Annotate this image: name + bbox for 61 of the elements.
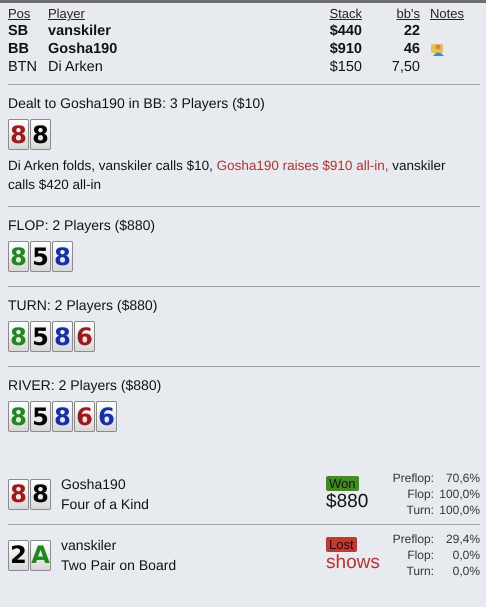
result-amount: $880 <box>326 490 368 512</box>
playing-card: 5 <box>30 241 51 272</box>
player-name: vanskiler <box>61 536 118 555</box>
playing-card: 6 <box>74 321 95 352</box>
position-label: BB <box>8 41 29 57</box>
playing-card: 8 <box>30 478 51 510</box>
action-text: Di Arken folds, vanskiler calls $10, Gosha190 raises $910 all-in, vanskiler calls $420 all-in <box>8 157 446 194</box>
player-name: vanskiler <box>48 23 111 39</box>
street-title: TURN: 2 Players ($880) <box>8 297 158 313</box>
result-badge: Lost <box>326 536 357 552</box>
equity-label: Turn: <box>405 563 434 579</box>
playing-card: 8 <box>52 321 73 352</box>
column-header[interactable]: Stack <box>329 6 362 21</box>
column-header[interactable]: Notes <box>430 6 464 21</box>
equity-label: Turn: <box>405 502 434 518</box>
playing-card: 5 <box>30 321 51 352</box>
stack-amount: $440 <box>330 23 362 39</box>
equity-label: Preflop: <box>392 531 434 547</box>
equity-value: 100,0% <box>438 502 480 518</box>
playing-card: 8 <box>8 478 29 510</box>
playing-card: 5 <box>30 401 51 432</box>
equity-value: 100,0% <box>438 486 480 502</box>
equity-label: Preflop: <box>392 470 434 486</box>
playing-card: 6 <box>96 401 117 432</box>
result-badge: Won <box>326 476 358 490</box>
result-amount: shows <box>326 552 380 574</box>
hand-rank: Four of a Kind <box>61 495 150 514</box>
position-label: BTN <box>8 59 37 75</box>
equity-label: Flop: <box>406 547 434 563</box>
person-note-icon[interactable] <box>430 42 446 56</box>
big-blinds-count: 7,50 <box>392 59 420 75</box>
playing-card: 8 <box>8 241 29 272</box>
position-label: SB <box>8 23 28 39</box>
street-title: Dealt to Gosha190 in BB: 3 Players ($10) <box>8 95 266 111</box>
big-blinds-count: 22 <box>404 23 420 39</box>
stack-amount: $910 <box>330 41 362 57</box>
playing-card: 8 <box>8 401 29 432</box>
playing-card: A <box>30 540 51 570</box>
hand-rank: Two Pair on Board <box>61 556 178 575</box>
equity-value: 0,0% <box>452 563 480 579</box>
playing-card: 2 <box>8 540 29 570</box>
playing-card: 8 <box>52 241 73 272</box>
street-title: FLOP: 2 Players ($880) <box>8 217 156 233</box>
column-header[interactable]: bb's <box>396 6 420 21</box>
playing-card: 6 <box>74 401 95 432</box>
playing-card: 8 <box>8 321 29 352</box>
stack-amount: $150 <box>330 59 362 75</box>
column-header[interactable]: Pos <box>8 6 30 21</box>
player-name: Di Arken <box>48 59 103 75</box>
playing-card: 8 <box>8 119 29 150</box>
equity-value: 70,6% <box>444 470 480 486</box>
player-name: Gosha190 <box>61 475 127 494</box>
column-header[interactable]: Player <box>48 6 85 21</box>
equity-value: 0,0% <box>452 547 480 563</box>
equity-value: 29,4% <box>444 531 480 547</box>
big-blinds-count: 46 <box>404 41 420 57</box>
street-title: RIVER: 2 Players ($880) <box>8 377 162 393</box>
playing-card: 8 <box>52 401 73 432</box>
player-name: Gosha190 <box>48 41 118 57</box>
playing-card: 8 <box>30 119 51 150</box>
equity-label: Flop: <box>406 486 434 502</box>
